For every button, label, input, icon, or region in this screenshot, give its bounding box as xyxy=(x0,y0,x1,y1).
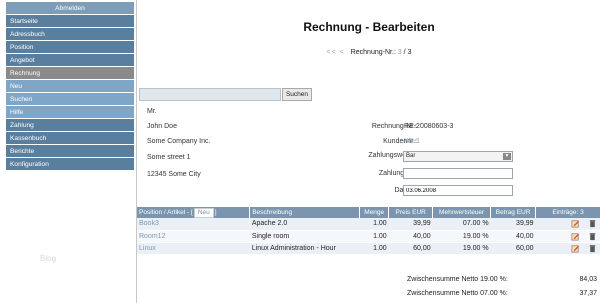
subtotal-7-value: 37,37 xyxy=(579,290,597,297)
row-beschreibung: Linux Administration - Hour xyxy=(249,242,360,255)
sidebar-item-position[interactable]: Position xyxy=(6,41,134,54)
row-actions xyxy=(535,242,600,255)
column-beschreibung[interactable]: Beschreibung xyxy=(249,207,361,218)
blog-link[interactable]: Blog xyxy=(40,254,56,263)
edit-icon[interactable] xyxy=(571,244,580,253)
date-field[interactable] xyxy=(403,185,513,196)
address-salutation: Mr. xyxy=(147,108,157,115)
row-beschreibung: Single room xyxy=(249,230,360,243)
sidebar-item-zahlung[interactable]: Zahlung xyxy=(6,119,134,132)
pager-total: 3 xyxy=(407,49,412,56)
payment-due-label: Zahlung bis: xyxy=(378,170,417,177)
sidebar-item-neu[interactable]: Neu xyxy=(6,80,134,93)
row-betrag: 60,00 xyxy=(490,242,536,255)
payment-method-label: Zahlungsweise: xyxy=(368,152,417,159)
column-eintraege: Einträge: 3 xyxy=(535,207,600,218)
logout-button[interactable]: Abmelden xyxy=(6,2,134,15)
pager-prev-arrows[interactable]: << < xyxy=(327,49,345,56)
column-betrag[interactable]: Betrag EUR xyxy=(490,207,537,218)
column-preis[interactable]: Preis EUR xyxy=(388,207,434,218)
table-row: Linux Linux Administration - Hour 1.00 6… xyxy=(137,242,600,255)
row-menge: 1.00 xyxy=(359,218,389,231)
row-position-link[interactable]: Room12 xyxy=(137,230,250,243)
row-menge: 1.00 xyxy=(359,242,389,255)
subtotal-19-value: 84,03 xyxy=(579,276,597,283)
address-name: John Doe xyxy=(147,123,177,130)
row-mwst: 07.00 % xyxy=(432,218,491,231)
search-button[interactable]: Suchen xyxy=(282,88,312,101)
invoice-items-table: Position / Artikel - [Neu] Beschreibung … xyxy=(137,207,600,255)
customer-number-link[interactable]: KD-1 xyxy=(404,138,420,145)
trash-icon[interactable] xyxy=(588,219,597,228)
row-position-link[interactable]: Book3 xyxy=(137,218,250,231)
row-menge: 1.00 xyxy=(359,230,389,243)
payment-method-select[interactable]: Bar ▼ xyxy=(403,151,513,162)
edit-icon[interactable] xyxy=(571,232,580,241)
column-position-bracket: ] xyxy=(214,208,217,216)
invoice-number-label: Rechnung-Nr.: xyxy=(371,123,417,130)
column-menge[interactable]: Menge xyxy=(359,207,390,218)
trash-icon[interactable] xyxy=(588,232,597,241)
customer-number-label: Kundennr.: xyxy=(383,138,417,145)
sidebar-item-berichte[interactable]: Berichte xyxy=(6,145,134,158)
row-preis: 40,00 xyxy=(388,230,433,243)
address-city: 12345 Some City xyxy=(147,171,201,178)
column-position: Position / Artikel - [Neu] xyxy=(137,207,251,218)
chevron-down-icon: ▼ xyxy=(503,153,511,160)
address-street: Some street 1 xyxy=(147,154,191,161)
invoice-number-value: RE-20080603-3 xyxy=(404,123,454,130)
table-row: Book3 Apache 2.0 1.00 39,99 07.00 % 39,9… xyxy=(137,218,600,231)
payment-due-field[interactable] xyxy=(403,168,513,179)
row-actions xyxy=(535,218,600,231)
search-input[interactable] xyxy=(139,88,281,101)
address-company: Some Company Inc. xyxy=(147,138,211,145)
row-position-link[interactable]: Linux xyxy=(137,242,250,255)
pager-separator: / xyxy=(403,49,406,56)
column-position-label: Position / Artikel - [ xyxy=(139,208,193,216)
row-preis: 60,00 xyxy=(388,242,433,255)
sidebar-item-adressbuch[interactable]: Adressbuch xyxy=(6,28,134,41)
row-betrag: 40,00 xyxy=(490,230,536,243)
trash-icon[interactable] xyxy=(588,244,597,253)
row-mwst: 19.00 % xyxy=(432,242,491,255)
sidebar-item-startseite[interactable]: Startseite xyxy=(6,15,134,28)
table-header-row: Position / Artikel - [Neu] Beschreibung … xyxy=(137,207,600,218)
subtotal-7-label: Zwischensumme Netto 07.00 %: xyxy=(407,290,508,297)
row-beschreibung: Apache 2.0 xyxy=(249,218,360,231)
row-mwst: 19.00 % xyxy=(432,230,491,243)
invoice-pager: << < Rechnung-Nr.: 3 / 3 xyxy=(137,49,600,56)
subtotal-19-label: Zwischensumme Netto 19.00 %: xyxy=(407,276,508,283)
column-mwst[interactable]: Mehrwertsteuer xyxy=(432,207,492,218)
sidebar: Abmelden Startseite Adressbuch Position … xyxy=(0,0,136,303)
sidebar-item-konfiguration[interactable]: Konfiguration xyxy=(6,158,134,171)
sidebar-item-kassenbuch[interactable]: Kassenbuch xyxy=(6,132,134,145)
edit-icon[interactable] xyxy=(571,219,580,228)
payment-method-value: Bar xyxy=(406,153,416,159)
sidebar-item-angebot[interactable]: Angebot xyxy=(6,54,134,67)
sidebar-item-rechnung[interactable]: Rechnung xyxy=(6,67,134,80)
table-row: Room12 Single room 1.00 40,00 19.00 % 40… xyxy=(137,230,600,243)
row-actions xyxy=(535,230,600,243)
sidebar-item-suchen[interactable]: Suchen xyxy=(6,93,134,106)
pager-label: Rechnung-Nr.: xyxy=(350,49,396,56)
main-panel: Rechnung - Bearbeiten << < Rechnung-Nr.:… xyxy=(136,0,600,303)
date-label: Datum: xyxy=(287,187,417,194)
row-preis: 39,99 xyxy=(388,218,433,231)
page-title: Rechnung - Bearbeiten xyxy=(303,20,435,34)
row-betrag: 39,99 xyxy=(490,218,536,231)
new-position-button[interactable]: Neu xyxy=(193,207,214,218)
pager-current[interactable]: 3 xyxy=(398,49,402,56)
sidebar-item-hilfe[interactable]: Hilfe xyxy=(6,106,134,119)
